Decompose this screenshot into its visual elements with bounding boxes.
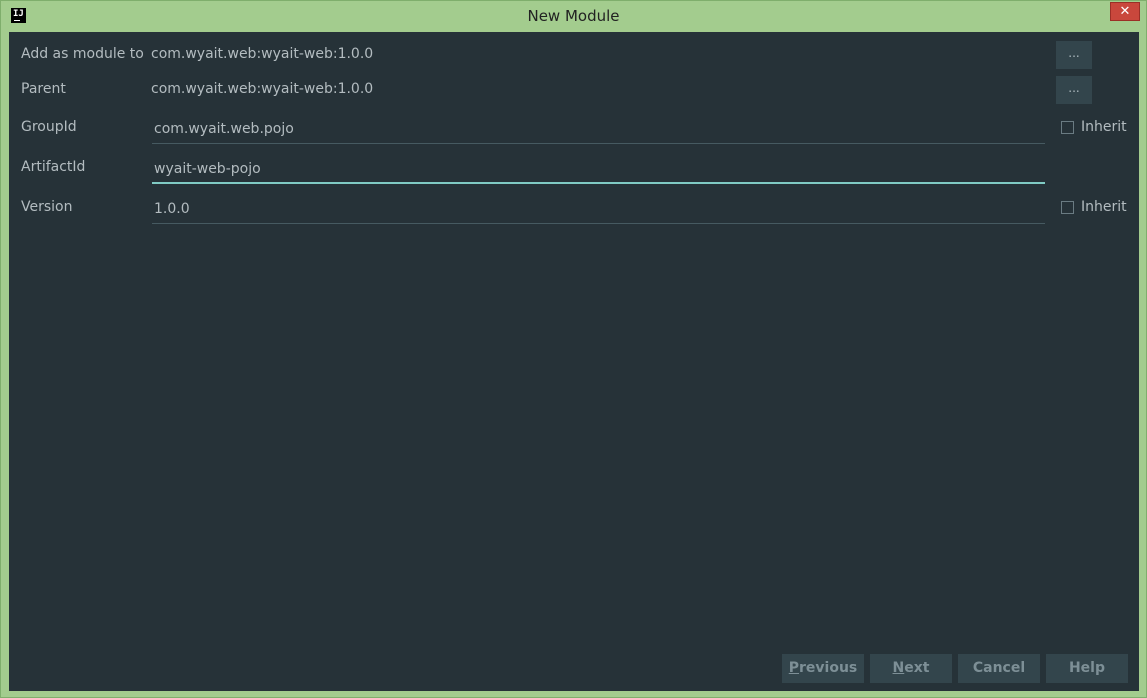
group-id-input[interactable] xyxy=(152,116,1045,142)
group-id-field-wrapper xyxy=(152,116,1045,144)
dialog-content: Add as module to com.wyait.web:wyait-web… xyxy=(9,32,1139,691)
add-as-module-to-browse-button[interactable]: ... xyxy=(1056,41,1092,69)
version-inherit-label: Inherit xyxy=(1081,199,1127,215)
parent-label: Parent xyxy=(21,81,66,97)
next-label-rest: ext xyxy=(904,660,930,676)
artifact-id-input[interactable] xyxy=(152,156,1045,182)
group-id-inherit-label: Inherit xyxy=(1081,119,1127,135)
parent-value: com.wyait.web:wyait-web:1.0.0 xyxy=(151,81,374,97)
close-button[interactable]: ✕ xyxy=(1110,2,1140,21)
previous-button[interactable]: Previous xyxy=(782,654,864,683)
next-button[interactable]: Next xyxy=(870,654,952,683)
version-label: Version xyxy=(21,199,73,215)
next-mnemonic: N xyxy=(892,660,905,676)
artifact-id-label: ArtifactId xyxy=(21,159,86,175)
previous-label-rest: revious xyxy=(799,660,858,676)
add-as-module-to-value: com.wyait.web:wyait-web:1.0.0 xyxy=(151,46,374,62)
version-input[interactable] xyxy=(152,196,1045,222)
new-module-window: IJ New Module ✕ Add as module to com.wya… xyxy=(0,0,1147,698)
artifact-id-field-wrapper xyxy=(152,156,1045,184)
add-as-module-to-label: Add as module to xyxy=(21,46,144,62)
previous-mnemonic: P xyxy=(788,660,799,676)
group-id-label: GroupId xyxy=(21,119,77,135)
group-id-inherit-box[interactable] xyxy=(1061,121,1074,134)
help-button[interactable]: Help xyxy=(1046,654,1128,683)
cancel-button[interactable]: Cancel xyxy=(958,654,1040,683)
version-field-wrapper xyxy=(152,196,1045,224)
parent-browse-button[interactable]: ... xyxy=(1056,76,1092,104)
title-bar[interactable]: IJ New Module ✕ xyxy=(1,1,1146,31)
version-inherit-box[interactable] xyxy=(1061,201,1074,214)
window-title: New Module xyxy=(527,7,620,25)
